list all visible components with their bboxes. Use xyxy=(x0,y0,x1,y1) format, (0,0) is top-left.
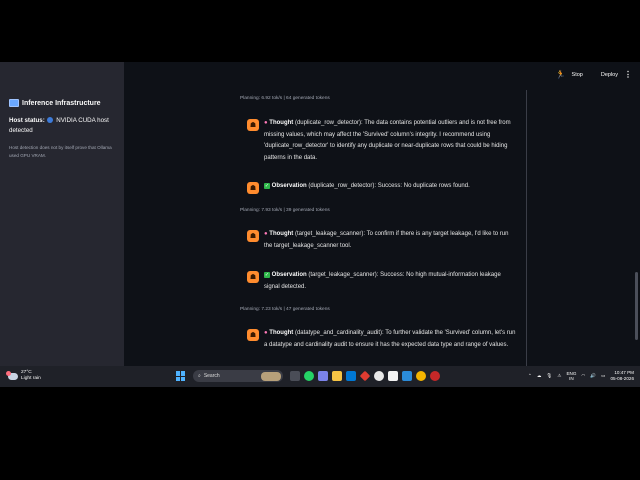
app-window: Inference Infrastructure Host status: NV… xyxy=(0,62,640,387)
more-menu-icon[interactable]: ⋮ xyxy=(624,70,632,79)
assistant-avatar-icon: ☗ xyxy=(247,119,259,131)
assistant-avatar-icon: ☗ xyxy=(247,271,259,283)
thought-text: ● Thought (duplicate_row_detector): The … xyxy=(264,120,511,161)
thought-text: ● Thought (datatype_and_cardinality_audi… xyxy=(264,330,516,348)
status-dot-icon xyxy=(46,117,53,123)
chrome-icon[interactable] xyxy=(416,371,426,381)
check-icon: ✓ xyxy=(264,183,270,189)
chatgpt-icon[interactable] xyxy=(374,371,384,381)
wifi-icon[interactable]: ◠ xyxy=(581,373,585,379)
scrollbar[interactable] xyxy=(635,272,638,340)
top-bar: 🏃 Stop Deploy ⋮ xyxy=(556,70,632,79)
file-explorer-icon[interactable] xyxy=(332,371,342,381)
search-label: Search xyxy=(203,373,220,379)
host-status: Host status: NVIDIA CUDA host detected xyxy=(9,116,117,136)
sidebar-title: Inference Infrastructure xyxy=(9,99,101,107)
brain-icon: ● xyxy=(264,120,268,126)
microphone-icon[interactable]: 🎙 xyxy=(546,373,552,379)
clock[interactable]: 10:47 PM 05-08-2026 xyxy=(611,370,635,382)
search-box[interactable]: ⌕ Search xyxy=(193,370,283,382)
planning-stat: Planning: 7.93 tok/s | 39 generated toke… xyxy=(240,208,330,213)
taskbar: 27°C Light rain ⌕ Search ⌃ ☁ 🎙 ⚠ ENG IN … xyxy=(0,366,640,387)
search-icon: ⌕ xyxy=(198,373,201,379)
monitor-icon xyxy=(9,99,19,107)
language-indicator[interactable]: ENG IN xyxy=(566,371,576,381)
search-highlight-icon xyxy=(261,371,281,381)
brain-icon: ● xyxy=(264,330,268,336)
git-icon[interactable] xyxy=(359,370,371,382)
opera-icon[interactable] xyxy=(430,371,440,381)
teams-icon[interactable] xyxy=(318,371,328,381)
battery-icon[interactable]: ▭ xyxy=(601,373,605,379)
task-view-icon[interactable] xyxy=(290,371,300,381)
sidebar: Inference Infrastructure Host status: NV… xyxy=(0,62,124,367)
weather-widget[interactable]: 27°C Light rain xyxy=(6,370,41,382)
check-icon: ✓ xyxy=(264,272,270,278)
host-status-label: Host status: xyxy=(9,117,45,124)
weather-desc: Light rain xyxy=(21,376,41,381)
system-tray: ⌃ ☁ 🎙 ⚠ ENG IN ◠ 🔊 ▭ 10:47 PM 05-08-2026 xyxy=(528,370,634,382)
planning-stat: Planning: 6.92 tok/s | 64 generated toke… xyxy=(240,96,330,101)
assistant-avatar-icon: ☗ xyxy=(247,329,259,341)
sidebar-title-text: Inference Infrastructure xyxy=(22,99,101,107)
chat-area: Planning: 6.92 tok/s | 64 generated toke… xyxy=(232,90,527,367)
observation-text: ✓ Observation (duplicate_row_detector): … xyxy=(264,183,470,189)
vscode-icon[interactable] xyxy=(402,371,412,381)
stop-button[interactable]: Stop xyxy=(572,72,583,78)
thought-text: ● Thought (target_leakage_scanner): To c… xyxy=(264,231,509,249)
store-icon[interactable] xyxy=(346,371,356,381)
host-note: Host detection does not by itself prove … xyxy=(9,145,112,158)
observation-text: ✓ Observation (target_leakage_scanner): … xyxy=(264,272,501,290)
chevron-up-icon[interactable]: ⌃ xyxy=(528,373,532,379)
deploy-button[interactable]: Deploy xyxy=(601,72,618,78)
app-icon[interactable] xyxy=(388,371,398,381)
whatsapp-icon[interactable] xyxy=(304,371,314,381)
assistant-avatar-icon: ☗ xyxy=(247,182,259,194)
weather-icon xyxy=(6,370,18,380)
cloud-tray-icon[interactable]: ☁ xyxy=(537,373,542,379)
assistant-avatar-icon: ☗ xyxy=(247,230,259,242)
brain-icon: ● xyxy=(264,231,268,237)
pinned-apps xyxy=(290,370,440,382)
bell-icon[interactable]: ⚠ xyxy=(557,373,561,379)
volume-icon[interactable]: 🔊 xyxy=(590,373,596,379)
running-icon: 🏃 xyxy=(555,70,566,79)
start-button[interactable] xyxy=(176,371,186,381)
planning-stat: Planning: 7.23 tok/s | 47 generated toke… xyxy=(240,307,330,312)
